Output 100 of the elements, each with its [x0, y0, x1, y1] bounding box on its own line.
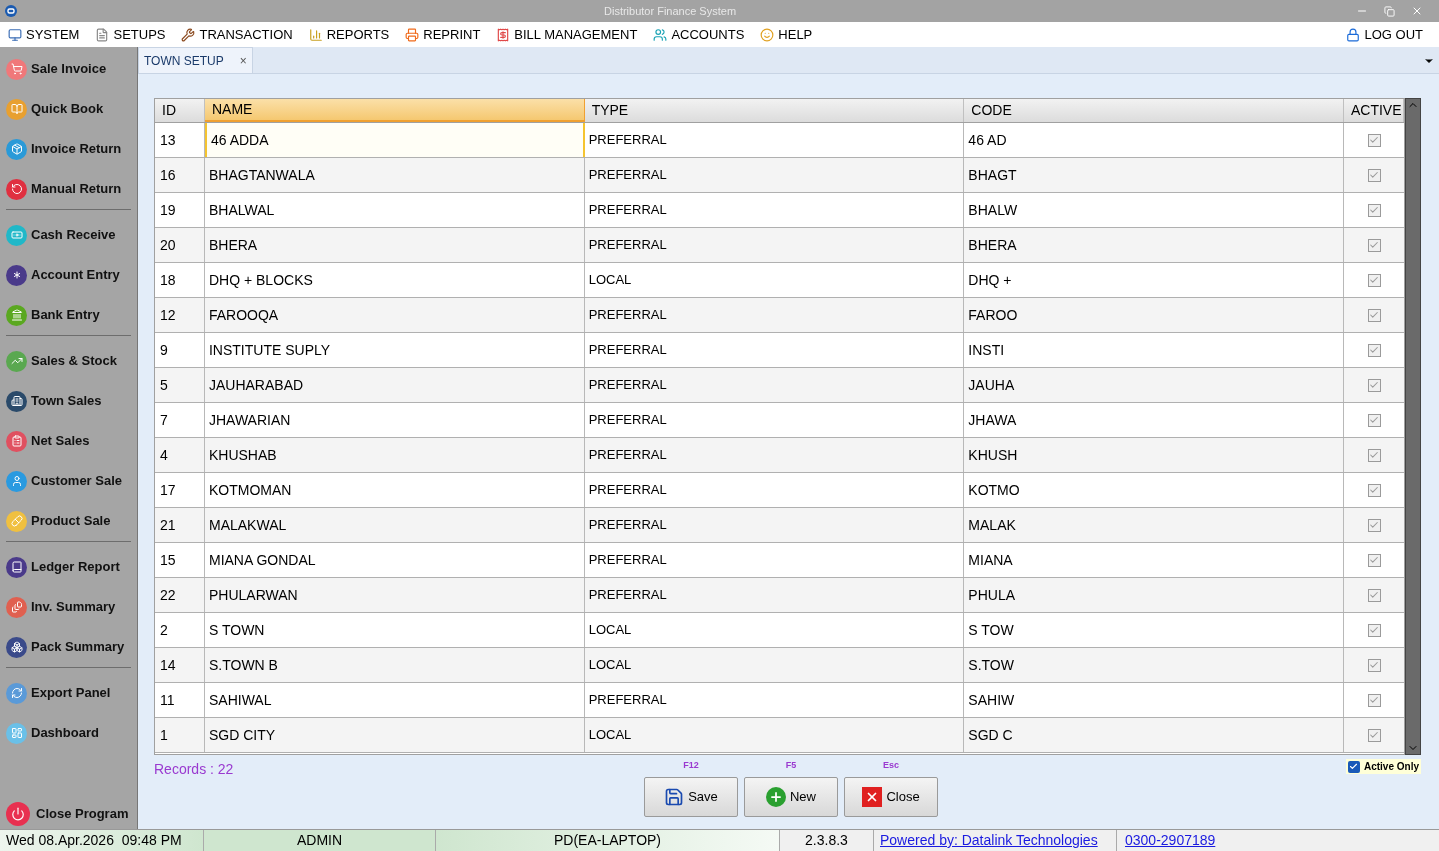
table-row[interactable]: 17 KOTMOMAN PREFERRAL KOTMO: [155, 473, 1404, 508]
ledger-icon: [6, 556, 27, 578]
table-row[interactable]: 11 SAHIWAL PREFERRAL SAHIW: [155, 683, 1404, 718]
sidebar-item[interactable]: Export Panel: [6, 673, 131, 713]
active-checkbox[interactable]: [1367, 483, 1381, 497]
sidebar-item[interactable]: Bank Entry: [6, 295, 131, 335]
active-checkbox[interactable]: [1367, 413, 1381, 427]
active-checkbox[interactable]: [1367, 238, 1381, 252]
active-checkbox[interactable]: [1367, 343, 1381, 357]
table-cell: DHQ +: [964, 263, 1345, 297]
table-row[interactable]: 21 MALAKWAL PREFERRAL MALAK: [155, 508, 1404, 543]
table-row[interactable]: 20 BHERA PREFERRAL BHERA: [155, 228, 1404, 263]
sidebar-item[interactable]: Sale Invoice: [6, 49, 131, 89]
sidebar-item[interactable]: Ledger Report: [6, 547, 131, 587]
close-icon[interactable]: [1411, 5, 1423, 17]
table-cell: KOTMOMAN: [204, 473, 585, 507]
close-icon: [862, 787, 883, 807]
menu-item[interactable]: TRANSACTION: [181, 24, 293, 45]
table-cell: 20: [155, 228, 205, 262]
table-row[interactable]: 14 S.TOWN B LOCAL S.TOW: [155, 648, 1404, 683]
column-header[interactable]: ACTIVE: [1344, 99, 1404, 122]
table-cell: JHAWARIAN: [204, 403, 585, 437]
cash-icon: [6, 224, 27, 246]
table-cell: 46 ADDA: [204, 123, 585, 157]
sidebar-item[interactable]: Invoice Return: [6, 129, 131, 169]
status-version: 2.3.8.3: [780, 830, 874, 851]
menu-item[interactable]: BILL MANAGEMENT: [496, 24, 638, 45]
sidebar-item[interactable]: Dashboard: [6, 713, 131, 753]
sidebar-item[interactable]: Quick Book: [6, 89, 131, 129]
table-cell: PREFERRAL: [584, 683, 965, 717]
table-row[interactable]: 4 KHUSHAB PREFERRAL KHUSH: [155, 438, 1404, 473]
phone-link[interactable]: 0300-2907189: [1117, 830, 1216, 851]
scrollbar[interactable]: [1405, 98, 1421, 755]
close-program-button[interactable]: Close Program: [6, 801, 131, 827]
table-row[interactable]: 7 JHAWARIAN PREFERRAL JHAWA: [155, 403, 1404, 438]
active-checkbox[interactable]: [1367, 693, 1381, 707]
table-cell: 12: [155, 298, 205, 332]
active-checkbox[interactable]: [1367, 133, 1381, 147]
active-checkbox[interactable]: [1367, 168, 1381, 182]
active-checkbox[interactable]: [1367, 273, 1381, 287]
printer-icon: [405, 27, 420, 42]
tab[interactable]: TOWN SETUP ×: [138, 47, 253, 73]
check-icon: [1369, 590, 1379, 600]
column-header[interactable]: ID: [155, 99, 205, 122]
table-cell: PREFERRAL: [584, 123, 965, 157]
menu-item[interactable]: SETUPS: [95, 24, 166, 45]
restore-icon[interactable]: [1384, 5, 1395, 17]
new-button[interactable]: New: [744, 777, 838, 817]
active-checkbox[interactable]: [1367, 518, 1381, 532]
sidebar-item[interactable]: Net Sales: [6, 421, 131, 461]
table-row[interactable]: 9 INSTITUTE SUPLY PREFERRAL INSTI: [155, 333, 1404, 368]
table-row[interactable]: 12 FAROOQA PREFERRAL FAROO: [155, 298, 1404, 333]
table-row[interactable]: 18 DHQ + BLOCKS LOCAL DHQ +: [155, 263, 1404, 298]
sidebar-item[interactable]: Pack Summary: [6, 627, 131, 667]
tab-close-button[interactable]: ×: [239, 51, 247, 70]
active-checkbox[interactable]: [1367, 658, 1381, 672]
table-row[interactable]: 5 JAUHARABAD PREFERRAL JAUHA: [155, 368, 1404, 403]
logout-button[interactable]: LOG OUT: [1346, 24, 1423, 45]
sidebar-item[interactable]: Inv. Summary: [6, 587, 131, 627]
table-row[interactable]: 1 SGD CITY LOCAL SGD C: [155, 718, 1404, 753]
active-checkbox[interactable]: [1367, 553, 1381, 567]
powered-by-link[interactable]: Powered by: Datalink Technologies: [874, 830, 1117, 851]
column-header[interactable]: CODE: [964, 99, 1344, 122]
close-button[interactable]: Close: [844, 777, 938, 817]
table-row[interactable]: 19 BHALWAL PREFERRAL BHALW: [155, 193, 1404, 228]
active-checkbox[interactable]: [1367, 623, 1381, 637]
check-icon: [1369, 240, 1379, 250]
status-user: ADMIN: [204, 830, 436, 851]
table-row[interactable]: 2 S TOWN LOCAL S TOW: [155, 613, 1404, 648]
sidebar-item[interactable]: Account Entry: [6, 255, 131, 295]
table-row[interactable]: 16 BHAGTANWALA PREFERRAL BHAGT: [155, 158, 1404, 193]
book-icon: [6, 98, 27, 120]
sidebar-item[interactable]: Customer Sale: [6, 461, 131, 501]
active-checkbox[interactable]: [1367, 588, 1381, 602]
sidebar-item[interactable]: Town Sales: [6, 381, 131, 421]
table-row[interactable]: 22 PHULARWAN PREFERRAL PHULA: [155, 578, 1404, 613]
table-row[interactable]: 15 MIANA GONDAL PREFERRAL MIANA: [155, 543, 1404, 578]
check-icon: [1369, 380, 1379, 390]
active-checkbox[interactable]: [1367, 308, 1381, 322]
active-checkbox[interactable]: [1367, 728, 1381, 742]
sidebar-item[interactable]: Product Sale: [6, 501, 131, 541]
menu-item[interactable]: HELP: [760, 24, 813, 45]
menu-item[interactable]: REPRINT: [405, 24, 481, 45]
sidebar-item[interactable]: Cash Receive: [6, 215, 131, 255]
active-checkbox[interactable]: [1367, 448, 1381, 462]
pill-icon: [6, 510, 27, 532]
menu-item[interactable]: REPORTS: [308, 24, 390, 45]
column-header[interactable]: NAME: [204, 99, 585, 122]
active-checkbox[interactable]: [1367, 378, 1381, 392]
sidebar-item[interactable]: Sales & Stock: [6, 341, 131, 381]
check-icon: [1369, 450, 1379, 460]
active-only-checkbox[interactable]: [1347, 760, 1360, 773]
menu-item[interactable]: SYSTEM: [8, 24, 80, 45]
active-checkbox[interactable]: [1367, 203, 1381, 217]
column-header[interactable]: TYPE: [584, 99, 965, 122]
menu-item[interactable]: ACCOUNTS: [653, 24, 745, 45]
save-button[interactable]: Save: [644, 777, 738, 817]
table-row[interactable]: 13 46 ADDA PREFERRAL 46 AD: [155, 123, 1404, 158]
sidebar-item[interactable]: Manual Return: [6, 169, 131, 209]
boxes-icon: [6, 636, 27, 658]
